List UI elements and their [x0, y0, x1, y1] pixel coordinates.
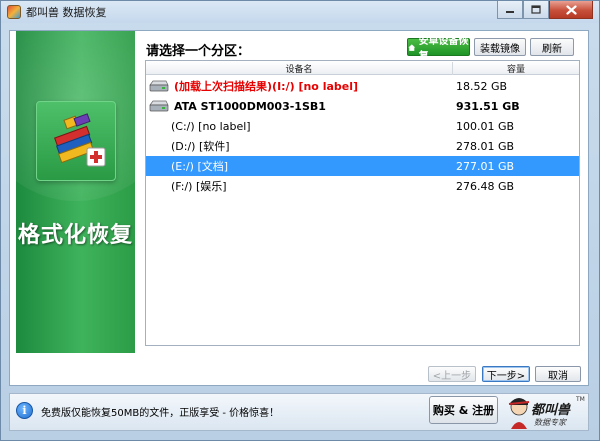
home-icon	[408, 43, 416, 51]
partition-name-cell: ATA ST1000DM003-1SB1	[149, 100, 326, 113]
partition-capacity: 278.01 GB	[456, 139, 515, 153]
partition-capacity: 276.48 GB	[456, 179, 515, 193]
android-recovery-label: 安卓设备恢复	[418, 36, 469, 62]
partition-name: (F:/) [娱乐]	[171, 180, 227, 193]
refresh-label: 刷新	[542, 43, 562, 55]
trademark-mark: TM	[576, 396, 585, 403]
partition-row[interactable]: ATA ST1000DM003-1SB1 931.51 GB	[146, 96, 579, 116]
buy-register-label: 购买 & 注册	[432, 404, 495, 417]
partition-capacity: 277.01 GB	[456, 159, 515, 173]
partition-name-cell: (F:/) [娱乐]	[171, 178, 227, 194]
partition-prompt: 请选择一个分区：	[146, 44, 251, 59]
window-controls	[497, 1, 593, 19]
partition-name: (E:/) [文档]	[171, 160, 229, 173]
minimize-icon	[506, 10, 514, 13]
close-button[interactable]	[549, 1, 593, 19]
mount-image-button[interactable]: 装载镜像	[474, 38, 526, 56]
sidebar-title: 格式化恢复	[17, 223, 133, 248]
partition-row[interactable]: (加载上次扫描结果)(I:/) [no label] 18.52 GB	[146, 76, 579, 96]
minimize-button[interactable]	[497, 1, 523, 19]
partition-name: (加载上次扫描结果)(I:/) [no label]	[174, 80, 359, 93]
sidebar-panel: 格式化恢复	[16, 31, 135, 353]
column-header-capacity[interactable]: 容量	[452, 62, 579, 75]
partition-row[interactable]: (C:/) [no label] 100.01 GB	[146, 116, 579, 136]
partition-capacity: 100.01 GB	[456, 119, 515, 133]
cancel-label: 取消	[548, 370, 568, 382]
close-icon	[565, 4, 577, 15]
partition-name-cell: (E:/) [文档]	[171, 158, 228, 174]
partition-name: (C:/) [no label]	[171, 119, 251, 133]
buy-register-button[interactable]: 购买 & 注册	[429, 396, 498, 424]
sidebar-art-icon	[36, 101, 116, 181]
next-step-button[interactable]: 下一步>	[482, 366, 530, 382]
brand-name: 都叫兽	[531, 403, 571, 418]
list-header: 设备名 容量	[146, 61, 579, 75]
info-icon: i	[16, 402, 33, 419]
refresh-button[interactable]: 刷新	[530, 38, 574, 56]
partition-name: ATA ST1000DM003-1SB1	[174, 99, 326, 113]
next-step-label: 下一步>	[486, 370, 526, 382]
partition-row[interactable]: (F:/) [娱乐] 276.48 GB	[146, 176, 579, 196]
partition-name-cell: (加载上次扫描结果)(I:/) [no label]	[149, 78, 358, 94]
app-logo-icon	[7, 5, 21, 19]
previous-step-button[interactable]: <上一步	[428, 366, 476, 382]
cancel-button[interactable]: 取消	[535, 366, 581, 382]
partition-row[interactable]: (D:/) [软件] 278.01 GB	[146, 136, 579, 156]
partition-name-cell: (D:/) [软件]	[171, 138, 230, 154]
partition-capacity: 931.51 GB	[456, 99, 520, 113]
title-bar[interactable]: 都叫兽 数据恢复	[1, 1, 599, 23]
hard-drive-icon	[149, 100, 169, 112]
books-with-medical-cross-icon	[54, 113, 106, 167]
android-recovery-button[interactable]: 安卓设备恢复	[407, 36, 470, 62]
partition-name: (D:/) [软件]	[171, 140, 230, 153]
maximize-button[interactable]	[523, 1, 549, 19]
brand-tagline: 数据专家	[534, 418, 566, 427]
mount-image-label: 装载镜像	[480, 43, 520, 55]
free-version-notice: 免费版仅能恢复50MB的文件，正版享受 - 价格惊喜！	[41, 408, 280, 419]
window-title: 都叫兽 数据恢复	[26, 6, 107, 19]
partition-capacity: 18.52 GB	[456, 79, 508, 93]
partition-row[interactable]: (E:/) [文档] 277.01 GB	[146, 156, 579, 176]
partition-name-cell: (C:/) [no label]	[171, 120, 251, 133]
previous-step-label: <上一步	[432, 370, 472, 382]
maximize-icon	[531, 5, 541, 14]
hard-drive-icon	[149, 80, 169, 92]
partition-list[interactable]: 设备名 容量 (加载上次扫描结果)(I:/) [no label] 18.52 G…	[145, 60, 580, 346]
column-header-device-name[interactable]: 设备名	[146, 62, 452, 75]
